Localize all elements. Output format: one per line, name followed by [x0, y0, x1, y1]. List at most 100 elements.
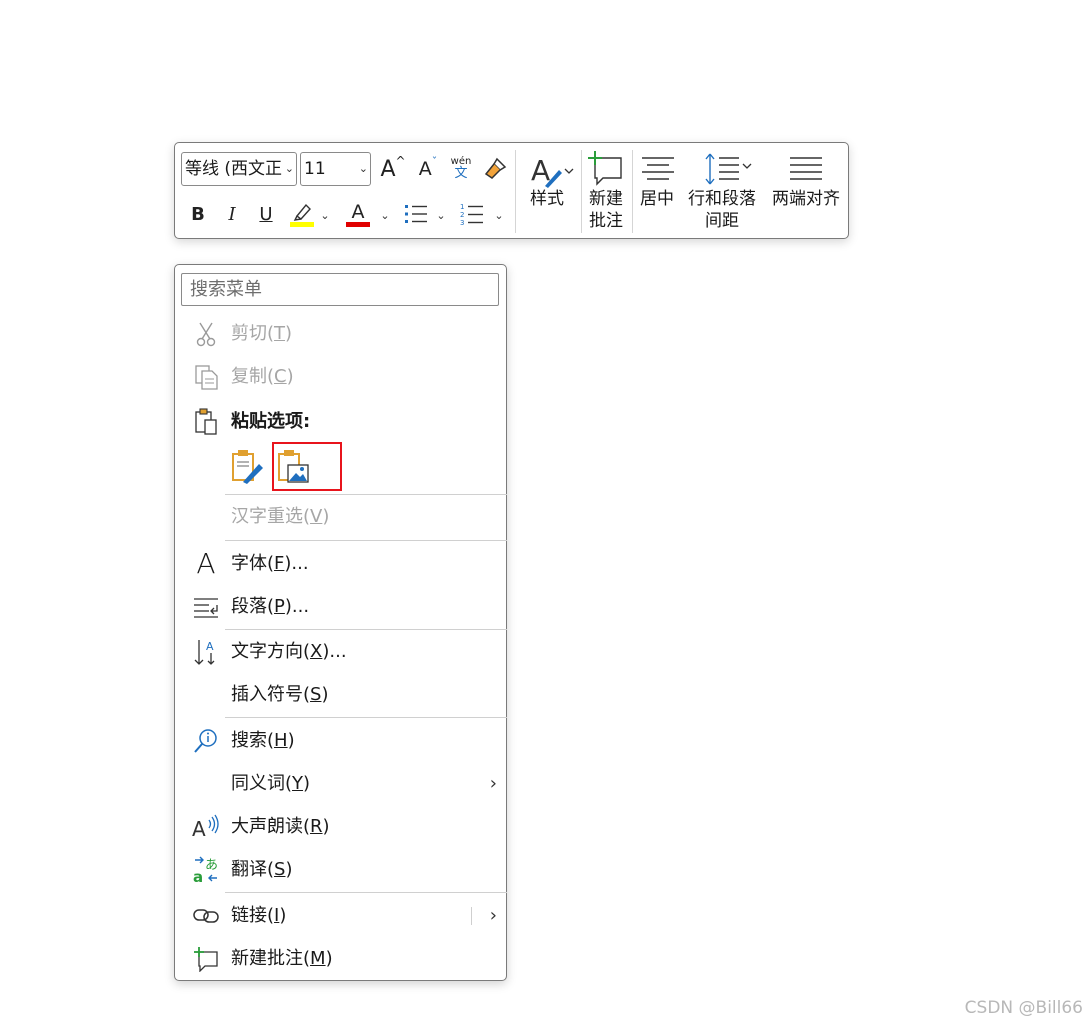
paste-keep-formatting-icon — [232, 450, 263, 484]
watermark: CSDN @Bill66 — [964, 998, 1083, 1018]
menu-search-placeholder: 搜索菜单 — [190, 279, 262, 300]
paragraph-icon — [192, 593, 220, 621]
font-size-combo[interactable]: 11 ⌄ — [300, 152, 371, 186]
menu-item-search[interactable]: 搜索(H) — [176, 721, 507, 761]
styles-icon: A — [531, 154, 574, 188]
menu-divider — [225, 717, 507, 718]
spacing-label-2: 间距 — [705, 211, 739, 231]
search-icon — [192, 727, 220, 755]
menu-item-label: 大声朗读(R) — [231, 816, 330, 837]
menu-item-read-aloud[interactable]: A 大声朗读(R) — [176, 807, 507, 847]
menu-item-label: 翻译(S) — [231, 859, 293, 880]
menu-item-cut[interactable]: 剪切(T) — [176, 314, 507, 354]
menu-item-label: 汉字重选(V) — [231, 506, 330, 527]
menu-item-translate[interactable]: aあ 翻译(S) — [176, 850, 507, 890]
menu-item-label: 插入符号(S) — [231, 684, 329, 705]
svg-text:A: A — [531, 154, 550, 187]
font-name-combo[interactable]: 等线 (西文正 ⌄ — [181, 152, 297, 186]
font-color-letter: A — [351, 200, 365, 223]
new-comment-icon — [192, 945, 220, 973]
bullets-button[interactable] — [401, 199, 431, 229]
menu-item-new-comment[interactable]: 新建批注(M) — [176, 939, 507, 979]
highlight-button[interactable] — [287, 199, 317, 229]
chevron-down-icon[interactable]: ⌄ — [359, 153, 368, 185]
copy-icon — [192, 363, 220, 391]
chevron-down-icon[interactable]: ⌄ — [434, 203, 448, 227]
translate-icon: aあ — [192, 856, 220, 884]
menu-item-link[interactable]: 链接(I) › — [176, 896, 507, 936]
menu-divider — [225, 540, 507, 541]
paste-icon — [192, 408, 220, 436]
menu-item-label: 新建批注(M) — [231, 948, 333, 969]
shrink-font-button[interactable]: A ˇ — [411, 152, 445, 186]
menu-item-synonyms[interactable]: 同义词(Y) › — [176, 764, 507, 804]
align-justify-icon — [790, 157, 822, 180]
new-comment-button[interactable] — [585, 149, 627, 187]
italic-button[interactable]: I — [217, 197, 247, 231]
center-align-button[interactable] — [638, 153, 678, 185]
line-spacing-button[interactable] — [700, 151, 756, 187]
highlighter-icon — [290, 203, 314, 227]
caret-down-icon: ˇ — [431, 154, 438, 168]
grow-font-button[interactable]: A ^ — [376, 152, 410, 186]
underline-button[interactable]: U — [251, 197, 281, 231]
styles-button[interactable]: A — [527, 151, 577, 191]
chevron-down-icon[interactable]: ⌄ — [378, 203, 392, 227]
menu-search-input[interactable]: 搜索菜单 — [181, 273, 499, 306]
menu-item-label: 文字方向(X)... — [231, 641, 347, 662]
svg-text:A: A — [192, 817, 206, 840]
phonetic-top: wén — [450, 155, 472, 167]
justify-label: 两端对齐 — [772, 189, 840, 209]
format-painter-button[interactable] — [480, 152, 510, 186]
menu-divider — [225, 494, 507, 495]
chevron-down-icon[interactable]: ⌄ — [318, 203, 332, 227]
chevron-down-icon[interactable]: ⌄ — [285, 153, 294, 185]
paste-keep-source-formatting-button[interactable] — [227, 447, 267, 487]
font-icon: A — [196, 547, 216, 580]
format-painter-icon — [484, 157, 507, 179]
read-aloud-icon: A — [192, 813, 220, 841]
bold-button[interactable]: B — [183, 197, 213, 231]
chevron-right-icon[interactable]: › — [490, 896, 497, 936]
menu-item-label: 复制(C) — [231, 366, 294, 387]
caret-up-icon: ^ — [395, 154, 406, 168]
menu-divider — [225, 892, 507, 893]
menu-item-label: 段落(P)... — [231, 596, 310, 617]
phonetic-bottom: 文 — [454, 165, 468, 181]
menu-item-paragraph[interactable]: 段落(P)... — [176, 587, 507, 627]
font-color-button[interactable]: A — [343, 199, 373, 229]
new-comment-label-1: 新建 — [589, 189, 623, 209]
paste-options-label: 粘贴选项: — [231, 411, 311, 432]
highlight-box — [272, 442, 342, 491]
font-color-swatch — [346, 221, 370, 227]
font-size-value: 11 — [304, 159, 326, 179]
menu-item-insert-symbol[interactable]: 插入符号(S) — [176, 675, 507, 715]
menu-item-label: 剪切(T) — [231, 323, 293, 344]
align-center-icon — [642, 157, 674, 180]
svg-text:1: 1 — [460, 203, 464, 211]
mini-toolbar: 等线 (西文正 ⌄ 11 ⌄ A ^ A ˇ wén 文 B I U ⌄ A ⌄… — [174, 142, 849, 239]
line-spacing-icon — [705, 153, 752, 185]
link-icon — [192, 902, 220, 930]
paste-options-header: 粘贴选项: — [176, 402, 507, 442]
menu-item-text-direction[interactable]: A 文字方向(X)... — [176, 632, 507, 672]
phonetic-guide-button[interactable]: wén 文 — [446, 151, 476, 185]
chevron-right-icon[interactable]: › — [490, 764, 497, 804]
svg-text:a: a — [193, 868, 203, 884]
context-menu: 搜索菜单 剪切(T) 复制(C) 粘贴选项: 汉字重选(V) A 字体(F)..… — [174, 264, 507, 981]
center-label: 居中 — [640, 189, 674, 209]
menu-item-copy[interactable]: 复制(C) — [176, 357, 507, 397]
toolbar-separator — [632, 150, 633, 233]
menu-item-reconvert[interactable]: 汉字重选(V) — [176, 497, 507, 537]
numbering-button[interactable]: 1 2 3 — [457, 199, 487, 229]
svg-text:3: 3 — [460, 219, 464, 227]
justify-button[interactable] — [786, 153, 826, 185]
svg-text:A: A — [206, 640, 214, 653]
chevron-down-icon[interactable]: ⌄ — [492, 203, 506, 227]
menu-item-label: 同义词(Y) — [231, 773, 311, 794]
menu-item-label: 字体(F)... — [231, 553, 309, 574]
svg-text:2: 2 — [460, 211, 464, 219]
menu-item-label: 链接(I) — [231, 905, 287, 926]
menu-item-font[interactable]: A 字体(F)... — [176, 544, 507, 584]
menu-divider — [225, 629, 507, 630]
